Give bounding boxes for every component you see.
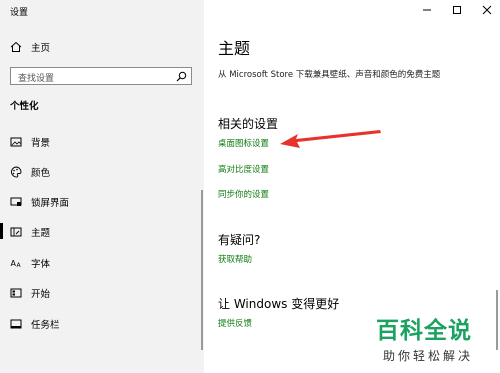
- watermark-brand: 百科全说: [376, 318, 472, 344]
- watermark-slogan: 助你轻松解决: [383, 349, 474, 363]
- content-scrollbar[interactable]: [496, 290, 498, 350]
